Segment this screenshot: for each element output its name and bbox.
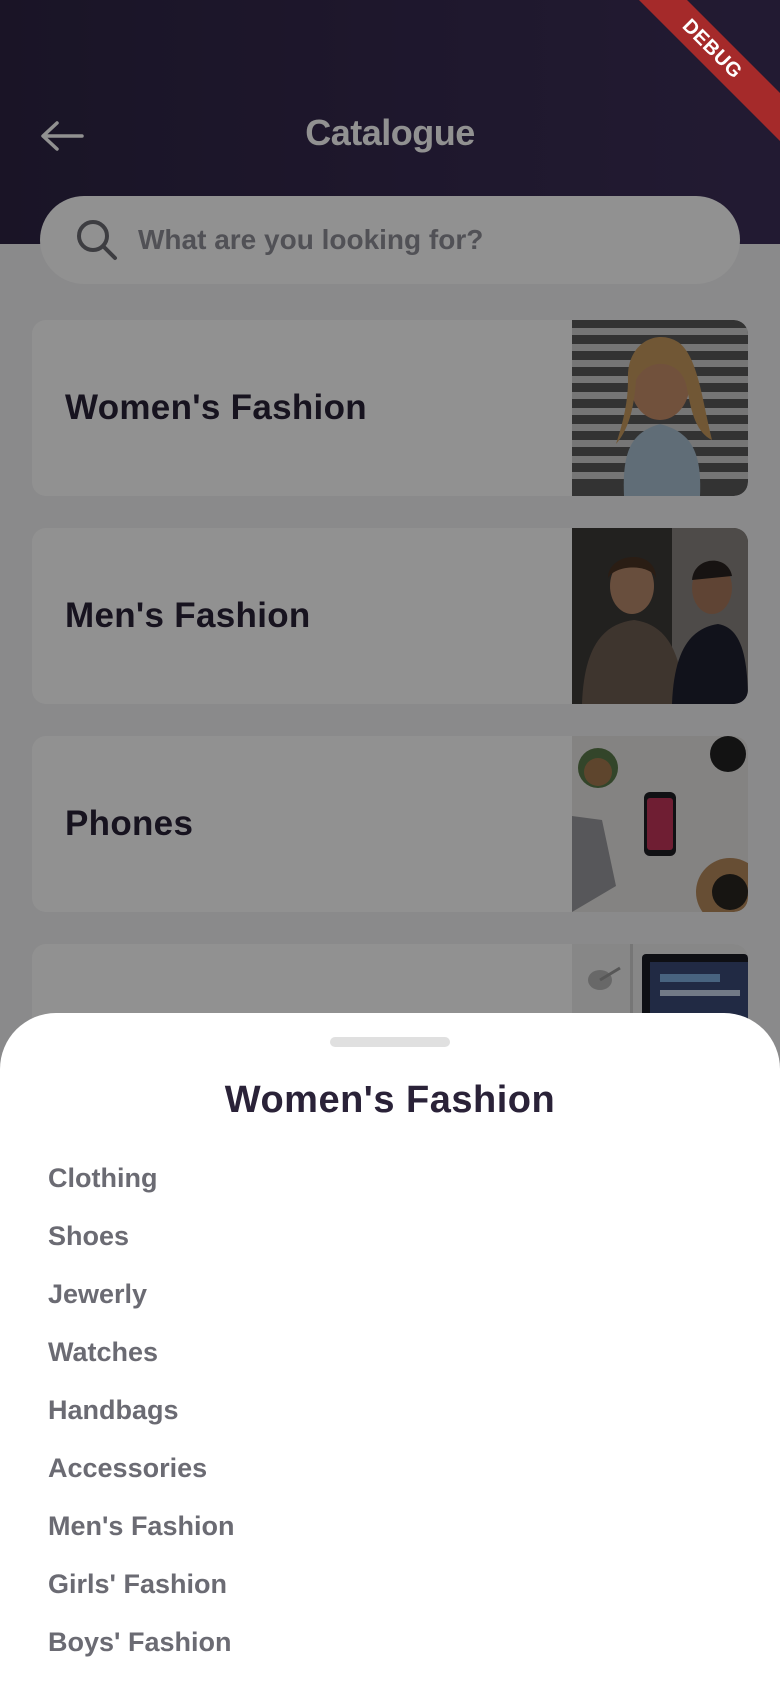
subcategory-item-boys-fashion[interactable]: Boys' Fashion: [48, 1613, 234, 1671]
subcategory-item-jewerly[interactable]: Jewerly: [48, 1265, 234, 1323]
subcategory-item-shoes[interactable]: Shoes: [48, 1207, 234, 1265]
subcategory-item-girls-fashion[interactable]: Girls' Fashion: [48, 1555, 234, 1613]
subcategory-bottom-sheet: Women's Fashion Clothing Shoes Jewerly W…: [0, 1013, 780, 1688]
sheet-title: Women's Fashion: [224, 1079, 556, 1121]
drag-handle[interactable]: [330, 1037, 450, 1047]
subcategory-item-clothing[interactable]: Clothing: [48, 1149, 234, 1207]
subcategory-item-mens-fashion[interactable]: Men's Fashion: [48, 1497, 234, 1555]
subcategory-list: Clothing Shoes Jewerly Watches Handbags …: [48, 1149, 234, 1671]
subcategory-item-accessories[interactable]: Accessories: [48, 1439, 234, 1497]
subcategory-item-handbags[interactable]: Handbags: [48, 1381, 234, 1439]
subcategory-item-watches[interactable]: Watches: [48, 1323, 234, 1381]
